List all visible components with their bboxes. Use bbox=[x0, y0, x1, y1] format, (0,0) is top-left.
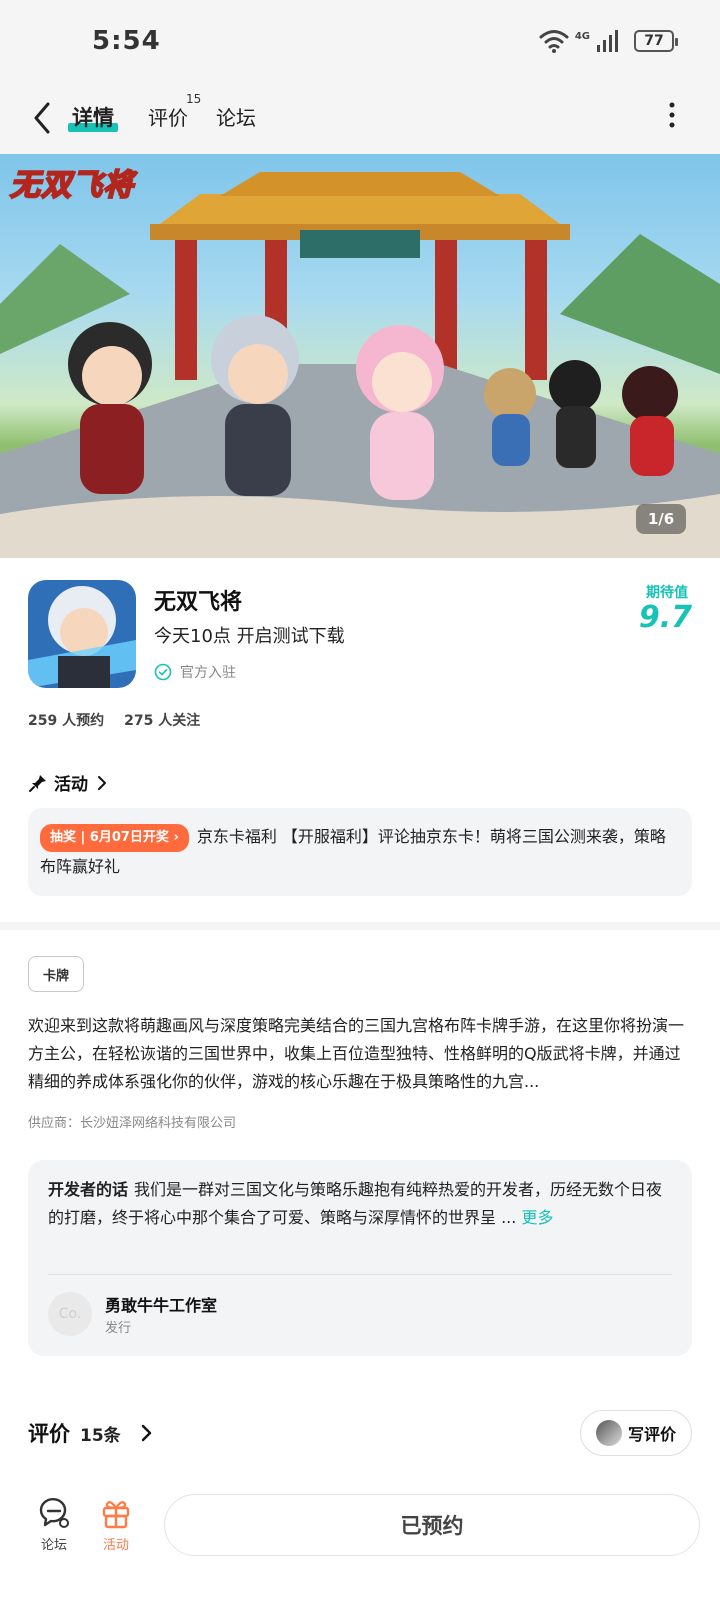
developer-name[interactable]: 勇敢牛牛工作室 bbox=[105, 1292, 217, 1316]
bottom-action-bar: 论坛 活动 已预约 bbox=[0, 1480, 720, 1600]
game-description[interactable]: 欢迎来到这款将萌趣画风与深度策略完美结合的三国九宫格布阵卡牌手游，在这里你将扮演… bbox=[28, 1012, 692, 1096]
expectation-label: 期待值 bbox=[646, 585, 688, 601]
expectation-score: 9.7 bbox=[638, 600, 692, 635]
hero-banner[interactable]: 无双飞将 1/6 bbox=[0, 154, 720, 558]
bottom-activity-button[interactable]: 活动 bbox=[86, 1496, 146, 1553]
developer-words-label: 开发者的话 bbox=[48, 1180, 129, 1199]
game-name: 无双飞将 bbox=[154, 590, 243, 615]
official-label: 官方入驻 bbox=[180, 665, 236, 681]
activity-card[interactable]: 抽奖 | 6月07日开奖 › 京东卡福利 【开服福利】评论抽京东卡！萌将三国公测来… bbox=[28, 808, 692, 896]
developer-avatar[interactable]: Co. bbox=[48, 1292, 92, 1336]
tab-detail-label: 详情 bbox=[72, 106, 114, 130]
pin-icon bbox=[29, 774, 46, 792]
developer-divider bbox=[48, 1274, 672, 1275]
official-badge: 官方入驻 bbox=[154, 662, 236, 682]
section-divider bbox=[0, 922, 720, 930]
chevron-right-icon bbox=[141, 1424, 151, 1442]
verified-check-icon bbox=[154, 663, 172, 681]
tab-review-label: 评价 bbox=[148, 106, 188, 130]
user-avatar bbox=[595, 1420, 622, 1446]
genre-tag[interactable]: 卡牌 bbox=[28, 956, 84, 992]
tab-forum-label: 论坛 bbox=[216, 106, 256, 130]
lottery-badge-text: 抽奖 | 6月07日开奖 bbox=[50, 829, 169, 845]
developer-role: 发行 bbox=[105, 1321, 132, 1336]
reserved-button[interactable]: 已预约 bbox=[164, 1494, 700, 1556]
wifi-icon bbox=[539, 30, 569, 53]
reviews-header[interactable]: 评价 15条 bbox=[28, 1418, 153, 1448]
lottery-badge: 抽奖 | 6月07日开奖 › bbox=[40, 823, 189, 852]
banner-artwork bbox=[0, 172, 720, 558]
game-icon bbox=[28, 580, 136, 688]
back-arrow-icon[interactable] bbox=[28, 96, 56, 140]
banner-page-counter: 1/6 bbox=[636, 504, 686, 534]
bottom-forum-label: 论坛 bbox=[40, 1538, 67, 1553]
forum-chat-icon bbox=[39, 1497, 69, 1528]
developer-card: 开发者的话 我们是一群对三国文化与策略乐趣抱有纯粹热爱的开发者，历经无数个日夜的打… bbox=[28, 1160, 692, 1356]
bottom-activity-label: 活动 bbox=[102, 1538, 129, 1553]
developer-more-link[interactable]: 更多 bbox=[521, 1208, 553, 1227]
status-time: 5:54 bbox=[92, 26, 161, 56]
supplier-info: 供应商：长沙妞泽网络科技有限公司 bbox=[28, 1116, 237, 1131]
tab-detail[interactable]: 详情 bbox=[68, 102, 118, 132]
activity-title: 活动 bbox=[54, 775, 88, 795]
chevron-right-icon bbox=[98, 775, 106, 790]
write-review-label: 写评价 bbox=[627, 1425, 676, 1444]
game-icon-art bbox=[28, 580, 136, 688]
game-stats: 259 人预约 275 人关注 bbox=[28, 710, 200, 730]
tab-forum[interactable]: 论坛 bbox=[216, 102, 256, 131]
signal-icon bbox=[597, 30, 618, 52]
reservation-count: 259 人预约 bbox=[28, 713, 105, 729]
reviews-title: 评价 bbox=[28, 1422, 70, 1446]
tab-review[interactable]: 评价 15 bbox=[148, 92, 201, 131]
follower-count: 275 人关注 bbox=[124, 713, 201, 729]
network-type: 4G bbox=[574, 30, 590, 42]
status-icons: 4G 77 bbox=[539, 28, 678, 54]
game-tagline: 今天10点 开启测试下载 bbox=[154, 626, 345, 647]
gift-icon bbox=[102, 1501, 130, 1529]
top-nav: 详情 评价 15 论坛 bbox=[0, 88, 720, 154]
more-vertical-icon[interactable] bbox=[668, 100, 676, 130]
status-bar: 5:54 4G 77 bbox=[0, 0, 720, 88]
bottom-forum-button[interactable]: 论坛 bbox=[24, 1496, 84, 1553]
developer-words-text: 我们是一群对三国文化与策略乐趣抱有纯粹热爱的开发者，历经无数个日夜的打磨，终于将… bbox=[48, 1180, 663, 1227]
activity-section-header[interactable]: 活动 bbox=[28, 770, 108, 795]
developer-words[interactable]: 开发者的话 我们是一群对三国文化与策略乐趣抱有纯粹热爱的开发者，历经无数个日夜的打… bbox=[48, 1176, 672, 1232]
reviews-count: 15条 bbox=[80, 1426, 121, 1446]
write-review-button[interactable]: 写评价 bbox=[580, 1410, 692, 1456]
banner-game-logo: 无双飞将 bbox=[9, 167, 134, 204]
tab-review-badge: 15 bbox=[186, 92, 202, 106]
battery-indicator: 77 bbox=[634, 30, 678, 52]
